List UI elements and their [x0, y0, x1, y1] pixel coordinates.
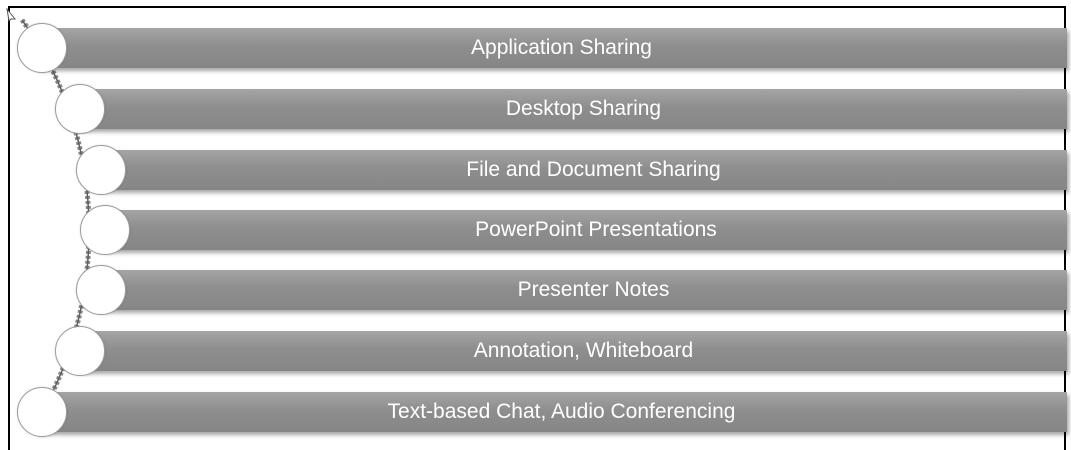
bullet-circle	[17, 387, 67, 437]
bullet-circle	[76, 145, 126, 195]
list-item: Annotation, Whiteboard	[80, 331, 1067, 371]
item-label: Text-based Chat, Audio Conferencing	[387, 400, 736, 423]
list-item: Presenter Notes	[100, 270, 1067, 310]
list-item: Application Sharing	[36, 28, 1067, 68]
list-item: PowerPoint Presentations	[105, 210, 1067, 250]
list-item: Text-based Chat, Audio Conferencing	[36, 392, 1067, 432]
bullet-circle	[17, 23, 67, 73]
item-label: PowerPoint Presentations	[475, 218, 717, 241]
item-label: Application Sharing	[471, 36, 652, 59]
bullet-circle	[55, 326, 105, 376]
item-label: File and Document Sharing	[466, 158, 721, 181]
bullet-circle	[80, 205, 130, 255]
cursor-icon	[6, 8, 16, 22]
list-item: File and Document Sharing	[100, 150, 1067, 190]
item-label: Presenter Notes	[517, 278, 670, 301]
bullet-circle	[76, 265, 126, 315]
list-item: Desktop Sharing	[80, 89, 1067, 129]
item-label: Annotation, Whiteboard	[473, 339, 694, 362]
bullet-circle	[55, 84, 105, 134]
item-label: Desktop Sharing	[505, 97, 662, 120]
